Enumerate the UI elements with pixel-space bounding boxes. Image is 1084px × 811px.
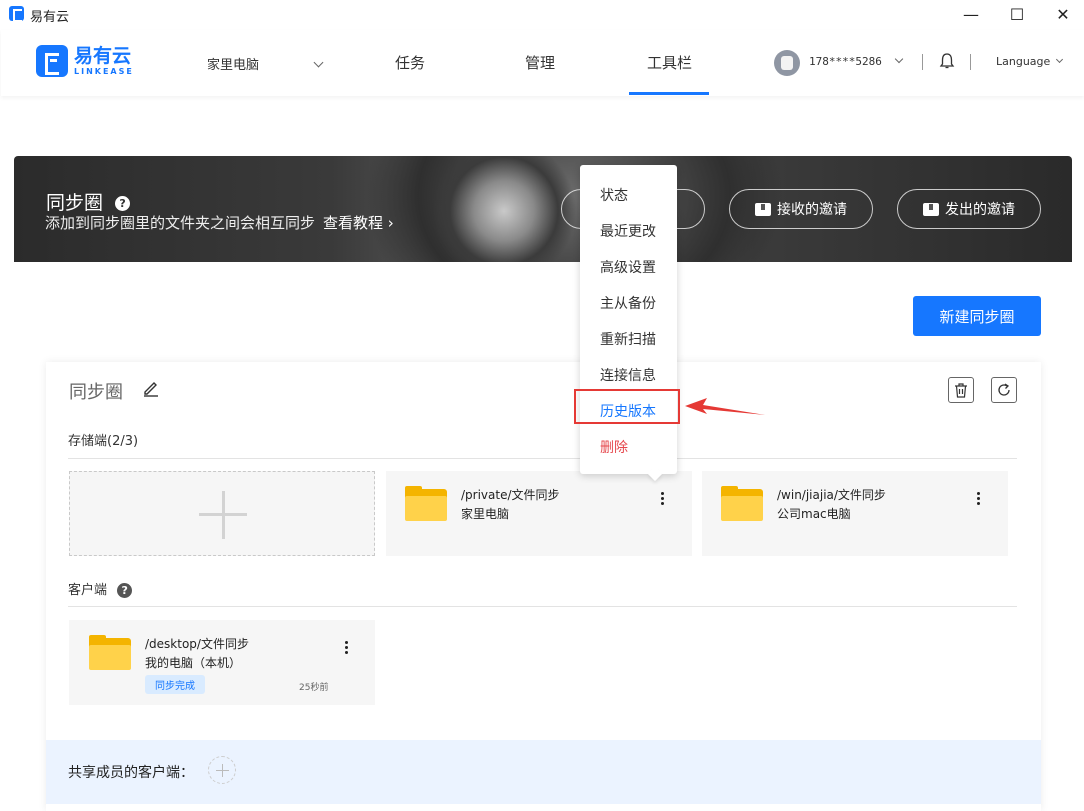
storage-tile[interactable]: /win/jiajia/文件同步 公司mac电脑	[702, 471, 1008, 556]
window-title: 易有云	[30, 10, 70, 25]
menu-item-master-backup[interactable]: 主从备份	[600, 293, 656, 313]
sent-invites-button[interactable]: 发出的邀请	[897, 189, 1041, 229]
storage-path: /private/文件同步	[461, 488, 560, 502]
annotation-arrow-icon	[685, 398, 765, 415]
shared-members-label: 共享成员的客户端：	[68, 765, 194, 781]
banner-title: 同步圈?	[46, 188, 131, 215]
more-options-icon[interactable]	[345, 641, 349, 655]
close-button[interactable]: ✕	[1040, 0, 1084, 28]
received-invites-button[interactable]: 接收的邀请	[729, 189, 873, 229]
storage-path: /win/jiajia/文件同步	[777, 488, 886, 502]
chevron-down-icon	[895, 54, 904, 64]
menu-item-status[interactable]: 状态	[600, 185, 628, 205]
refresh-icon	[998, 383, 1010, 396]
minimize-button[interactable]: —	[948, 0, 994, 28]
inbox-icon	[755, 202, 771, 216]
device-selector[interactable]: 家里电脑	[207, 54, 324, 73]
tutorial-link[interactable]: 查看教程 ›	[323, 214, 394, 232]
divider	[922, 54, 923, 70]
folder-icon	[89, 635, 131, 670]
menu-item-delete[interactable]: 删除	[600, 437, 628, 457]
storage-device: 公司mac电脑	[777, 507, 851, 521]
app-icon	[9, 6, 24, 22]
menu-item-advanced-settings[interactable]: 高级设置	[600, 257, 656, 277]
more-options-icon[interactable]	[661, 492, 665, 506]
divider	[68, 606, 1017, 607]
user-phone-label: 178****5286	[809, 55, 882, 68]
outbox-icon	[923, 202, 939, 216]
language-label: Language	[996, 55, 1051, 68]
banner-subtitle: 添加到同步圈里的文件夹之间会相互同步 查看教程 ›	[45, 212, 394, 233]
tab-tasks[interactable]: 任务	[395, 52, 425, 73]
trash-icon	[955, 382, 967, 398]
client-path: /desktop/文件同步	[145, 637, 249, 651]
chevron-down-icon	[1055, 55, 1063, 64]
client-tile[interactable]: /desktop/文件同步 我的电脑（本机） 同步完成 25秒前	[69, 620, 375, 705]
shared-members-bar: 共享成员的客户端：	[46, 740, 1041, 804]
add-member-client-button[interactable]	[208, 756, 236, 784]
delete-circle-button[interactable]	[948, 377, 974, 403]
sent-invites-label: 发出的邀请	[945, 202, 1015, 218]
add-storage-button[interactable]	[69, 471, 375, 556]
maximize-button[interactable]: ☐	[994, 0, 1040, 28]
status-badge: 同步完成	[145, 675, 205, 694]
new-sync-circle-button[interactable]: 新建同步圈	[913, 296, 1041, 336]
client-section-text: 客户端	[68, 583, 108, 598]
divider	[68, 458, 1017, 459]
window-titlebar: 易有云 — ☐ ✕	[0, 0, 1084, 28]
client-device: 我的电脑（本机）	[145, 656, 242, 670]
top-nav: 易有云 LINKEASE 家里电脑 任务 管理 工具栏 178****5286 …	[1, 30, 1084, 96]
banner-title-text: 同步圈	[46, 192, 104, 214]
circle-title: 同步圈	[69, 382, 123, 403]
logo-icon	[36, 45, 68, 77]
storage-tile[interactable]: /private/文件同步 家里电脑	[386, 471, 692, 556]
tab-manage[interactable]: 管理	[525, 52, 555, 73]
avatar[interactable]	[774, 50, 800, 76]
storage-section-label: 存储端(2/3)	[68, 434, 139, 449]
logo-text: 易有云	[74, 44, 132, 67]
help-icon[interactable]: ?	[115, 196, 131, 211]
chevron-down-icon	[313, 57, 324, 68]
storage-device: 家里电脑	[461, 507, 510, 521]
folder-icon	[721, 486, 763, 521]
active-tab-indicator	[629, 92, 709, 95]
sync-circle-card: 同步圈 存储端(2/3) /private/文件同步 家里电脑 /win/jia…	[46, 362, 1041, 811]
tab-toolbar[interactable]: 工具栏	[647, 52, 692, 73]
folder-icon	[405, 486, 447, 521]
bell-icon[interactable]	[939, 52, 955, 70]
circle-options-menu: 状态 最近更改 高级设置 主从备份 重新扫描 连接信息 历史版本 删除	[580, 165, 677, 474]
divider	[970, 54, 971, 70]
client-section-label: 客户端 ?	[68, 579, 133, 598]
menu-item-rescan[interactable]: 重新扫描	[600, 329, 656, 349]
annotation-highlight-box	[574, 389, 680, 424]
language-selector[interactable]: Language	[996, 55, 1063, 68]
refresh-circle-button[interactable]	[991, 377, 1017, 403]
sync-timestamp: 25秒前	[299, 683, 329, 693]
more-options-icon[interactable]	[977, 492, 981, 506]
user-account[interactable]: 178****5286	[809, 54, 904, 68]
banner-description: 添加到同步圈里的文件夹之间会相互同步	[45, 214, 316, 232]
menu-item-connection-info[interactable]: 连接信息	[600, 365, 656, 385]
menu-item-recent-changes[interactable]: 最近更改	[600, 221, 656, 241]
linkease-logo[interactable]: 易有云 LINKEASE	[36, 45, 134, 77]
edit-icon[interactable]	[142, 379, 160, 397]
device-selector-label: 家里电脑	[207, 58, 260, 73]
logo-subtext: LINKEASE	[74, 66, 134, 76]
sync-circle-banner: 同步圈? 添加到同步圈里的文件夹之间会相互同步 查看教程 › 接收的邀请 发出的邀…	[14, 156, 1072, 262]
help-icon[interactable]: ?	[117, 583, 133, 598]
received-invites-label: 接收的邀请	[777, 202, 847, 218]
